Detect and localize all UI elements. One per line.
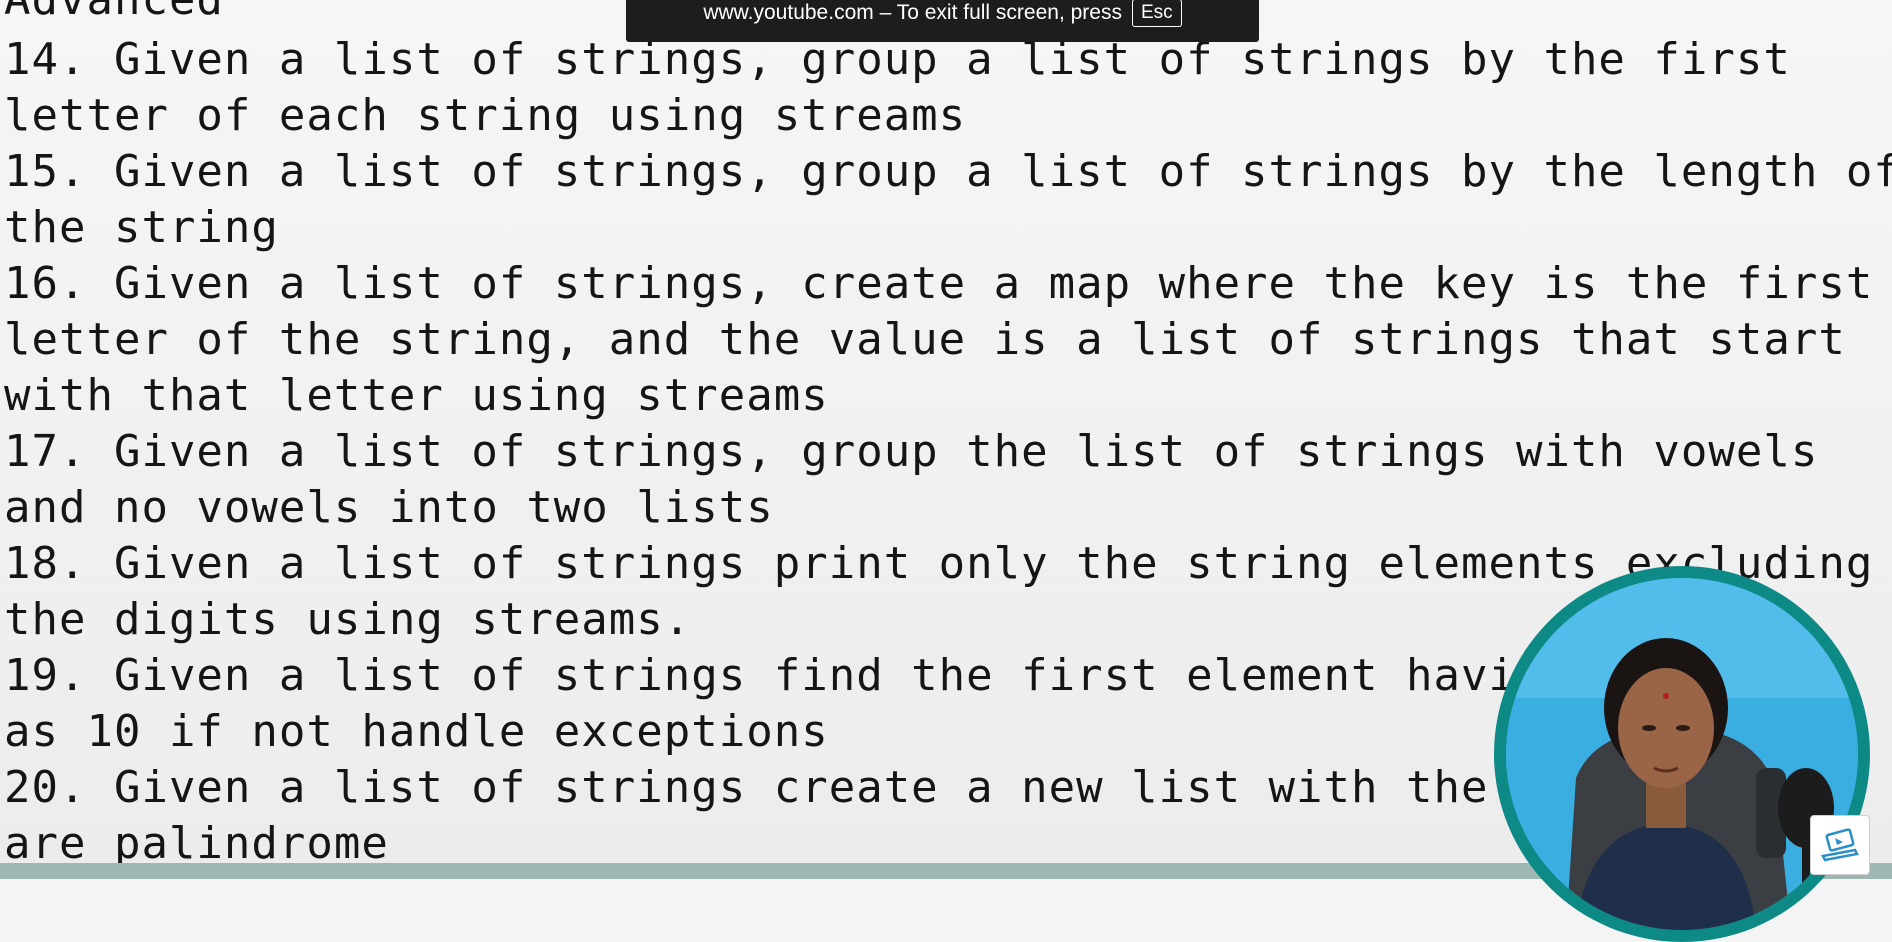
fullscreen-toast: www.youtube.com – To exit full screen, p… (626, 0, 1259, 42)
slide-line: as 10 if not handle exceptions (4, 706, 829, 757)
slide-line: 16. Given a list of strings, create a ma… (4, 258, 1874, 309)
slide-line: 20. Given a list of strings create a new… (4, 762, 1489, 813)
slide-line: 19. Given a list of strings find the fir… (4, 650, 1544, 701)
esc-key-hint: Esc (1131, 0, 1182, 27)
slide-line: 15. Given a list of strings, group a lis… (4, 146, 1892, 197)
slide-line: 17. Given a list of strings, group the l… (4, 426, 1819, 477)
slide-line: the string (4, 202, 279, 253)
slide-heading: Advanced (4, 0, 224, 28)
slide-line: and no vowels into two lists (4, 482, 774, 533)
slide-line: 18. Given a list of strings print only t… (4, 538, 1874, 589)
presenter-webcam (1494, 566, 1870, 942)
slide-line: letter of the string, and the value is a… (4, 314, 1846, 365)
fullscreen-toast-message: www.youtube.com – To exit full screen, p… (703, 1, 1122, 24)
slide-line: the digits using streams. (4, 594, 692, 645)
laptop-logo-icon (1810, 815, 1870, 875)
slide-line: with that letter using streams (4, 370, 829, 421)
presenter-video-icon (1506, 578, 1858, 930)
slide-line: letter of each string using streams (4, 90, 967, 141)
